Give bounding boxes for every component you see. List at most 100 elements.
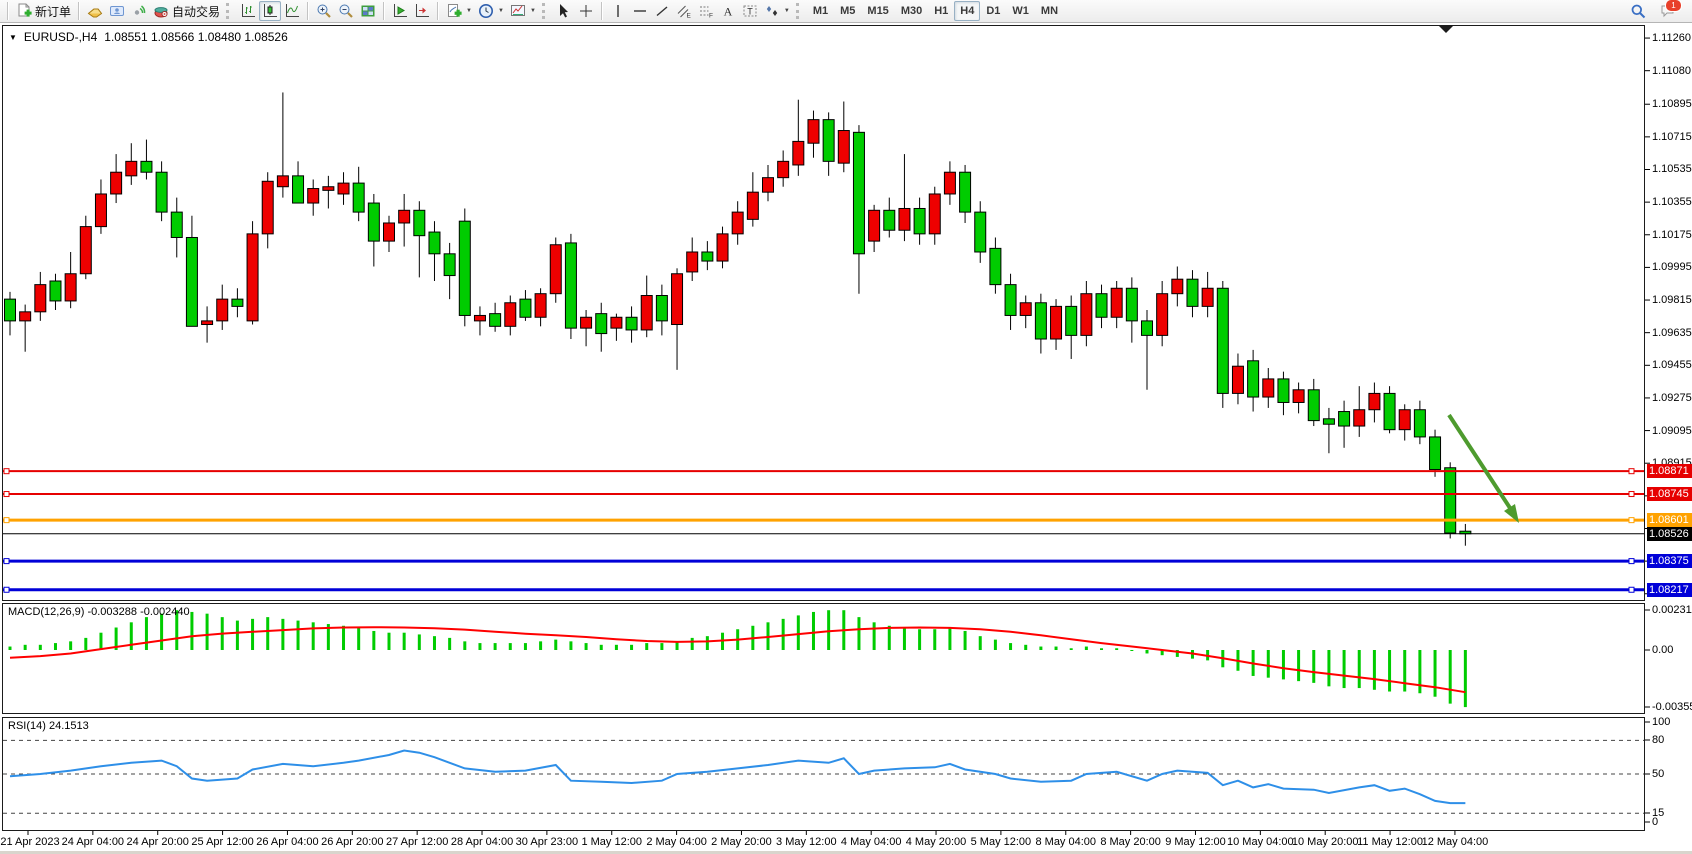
price-axis-label: 1.11080 xyxy=(1652,65,1691,77)
macd-bar xyxy=(782,619,785,650)
rsi-axis-label: 100 xyxy=(1652,716,1670,728)
macd-bar xyxy=(9,647,12,650)
candle-body xyxy=(702,252,713,261)
macd-bar xyxy=(251,619,254,650)
candle-body xyxy=(1217,288,1228,393)
candle-body xyxy=(95,194,106,227)
macd-bar xyxy=(342,626,345,650)
rsi-axis-label: 50 xyxy=(1652,768,1664,780)
price-axis-label: 1.09275 xyxy=(1652,392,1692,404)
price-axis-label: 1.10715 xyxy=(1652,131,1692,143)
candle-body xyxy=(520,299,531,317)
macd-bar xyxy=(1024,645,1027,650)
candle-body xyxy=(1308,390,1319,421)
candle-body xyxy=(1157,294,1168,336)
macd-bar xyxy=(266,617,269,650)
price-axis-label: 1.10535 xyxy=(1652,163,1692,175)
line-price-label: 1.08375 xyxy=(1647,554,1692,568)
candle-body xyxy=(308,189,319,204)
macd-bar xyxy=(615,645,618,650)
macd-bar xyxy=(948,628,951,650)
date-label: 30 Apr 23:00 xyxy=(516,836,578,848)
candle-body xyxy=(899,208,910,230)
line-handle[interactable] xyxy=(1629,559,1634,564)
macd-bar xyxy=(857,617,860,650)
candle-body xyxy=(247,234,258,321)
macd-bar xyxy=(600,645,603,650)
chart-title-bar[interactable]: ▼ EURUSD-,H4 1.08551 1.08566 1.08480 1.0… xyxy=(9,30,288,44)
line-handle[interactable] xyxy=(4,469,9,474)
macd-bar xyxy=(569,641,572,650)
macd-bar xyxy=(494,643,497,650)
date-label: 2 May 20:00 xyxy=(711,836,772,848)
line-handle[interactable] xyxy=(4,587,9,592)
candle-body xyxy=(5,299,16,321)
candle-body xyxy=(232,299,243,306)
candle-body xyxy=(732,212,743,234)
candle-body xyxy=(1248,361,1259,397)
date-label: 25 Apr 12:00 xyxy=(191,836,253,848)
candle-body xyxy=(1414,410,1425,437)
price-axis-label: 1.09995 xyxy=(1652,261,1692,273)
macd-bar xyxy=(1146,650,1149,653)
macd-bar xyxy=(206,614,209,650)
macd-indicator-label: MACD(12,26,9) -0.003288 -0.002440 xyxy=(8,606,190,618)
candle-body xyxy=(217,299,228,321)
candle-body xyxy=(853,132,864,253)
candle-body xyxy=(1035,303,1046,339)
price-axis-label: 1.09455 xyxy=(1652,359,1692,371)
date-label: 5 May 12:00 xyxy=(971,836,1032,848)
candle-body xyxy=(338,183,349,194)
line-handle[interactable] xyxy=(1629,587,1634,592)
line-price-label: 1.08745 xyxy=(1647,487,1692,501)
candle-body xyxy=(1278,379,1289,403)
macd-bar xyxy=(1055,647,1058,650)
price-axis-label: 1.10175 xyxy=(1652,229,1692,241)
candle-body xyxy=(1399,410,1410,430)
collapse-triangle-icon[interactable]: ▼ xyxy=(9,33,17,42)
line-handle[interactable] xyxy=(1629,469,1634,474)
line-handle[interactable] xyxy=(1629,518,1634,523)
line-handle[interactable] xyxy=(4,518,9,523)
candle-body xyxy=(763,178,774,193)
date-label: 10 May 04:00 xyxy=(1227,836,1294,848)
price-axis-label: 1.09635 xyxy=(1652,327,1692,339)
candle-body xyxy=(126,161,137,176)
date-label: 3 May 12:00 xyxy=(776,836,837,848)
candle-body xyxy=(960,172,971,212)
candle-body xyxy=(565,243,576,328)
candle-body xyxy=(1081,294,1092,336)
macd-bar xyxy=(1085,647,1088,650)
candle-body xyxy=(202,321,213,325)
macd-bar xyxy=(509,643,512,650)
candle-body xyxy=(990,248,1001,284)
candle-body xyxy=(1142,321,1153,336)
candle-body xyxy=(1051,306,1062,339)
macd-bar xyxy=(84,638,87,650)
candle-body xyxy=(1020,303,1031,316)
candle-body xyxy=(429,232,440,254)
line-handle[interactable] xyxy=(4,492,9,497)
candle-body xyxy=(156,172,167,212)
macd-bar xyxy=(964,631,967,650)
macd-bar xyxy=(1327,650,1330,686)
candle-body xyxy=(262,181,273,234)
macd-bar xyxy=(1070,648,1073,650)
date-label: 1 May 12:00 xyxy=(581,836,642,848)
chart-ohlc-quotes: 1.08551 1.08566 1.08480 1.08526 xyxy=(104,30,288,44)
macd-bar xyxy=(873,622,876,650)
macd-bar xyxy=(918,629,921,650)
macd-bar xyxy=(1358,650,1361,688)
candle-body xyxy=(1354,410,1365,426)
candle-body xyxy=(80,227,91,274)
macd-bar xyxy=(463,641,466,650)
line-handle[interactable] xyxy=(4,559,9,564)
macd-bar xyxy=(1434,650,1437,697)
chart-surface[interactable] xyxy=(0,0,1692,854)
macd-bar xyxy=(979,636,982,650)
candle-body xyxy=(687,252,698,272)
candle-body xyxy=(869,210,880,241)
line-handle[interactable] xyxy=(1629,492,1634,497)
candle-body xyxy=(141,161,152,172)
macd-bar xyxy=(1100,648,1103,650)
